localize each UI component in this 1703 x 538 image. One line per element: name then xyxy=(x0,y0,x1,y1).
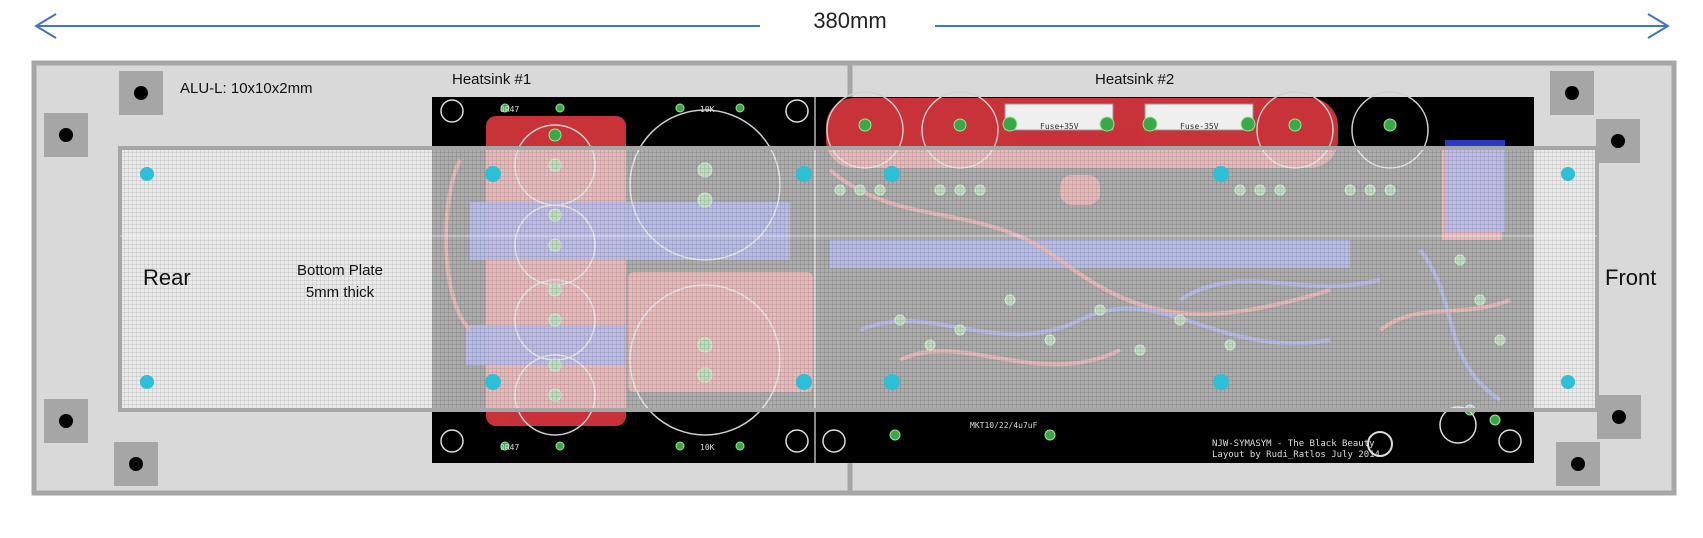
pcb-title-line2: Layout by Rudi_Ratlos July 2014 xyxy=(1212,450,1380,460)
resistor-r4-label: 10K xyxy=(700,443,715,452)
heatsink1-label: Heatsink #1 xyxy=(452,71,532,88)
resistor-r3-label: 10K xyxy=(700,105,715,114)
resistor-r2-label: 0R47 xyxy=(500,443,519,452)
rear-label: Rear xyxy=(143,265,191,290)
fuse-a-label: Fuse+35V xyxy=(1040,122,1079,131)
resistor-r1-label: 0R47 xyxy=(500,105,519,114)
bottom-plate-label-line2: 5mm thick xyxy=(305,284,375,301)
alu-label: ALU-L: 10x10x2mm xyxy=(180,80,313,97)
cap-label: MKT10/22/4u7uF xyxy=(970,421,1038,430)
bottom-plate xyxy=(118,146,1599,412)
dimension-label: 380mm xyxy=(813,8,887,33)
pcb-title: NJW-SYMASYM - The Black Beauty Layout by… xyxy=(1212,439,1380,460)
bottom-plate-label-line1: Bottom Plate xyxy=(297,262,383,279)
heatsink2-label: Heatsink #2 xyxy=(1095,71,1175,88)
fuse-b-label: Fuse-35V xyxy=(1180,122,1219,131)
pcb-title-line1: NJW-SYMASYM - The Black Beauty xyxy=(1212,439,1375,449)
front-label: Front xyxy=(1605,265,1657,290)
